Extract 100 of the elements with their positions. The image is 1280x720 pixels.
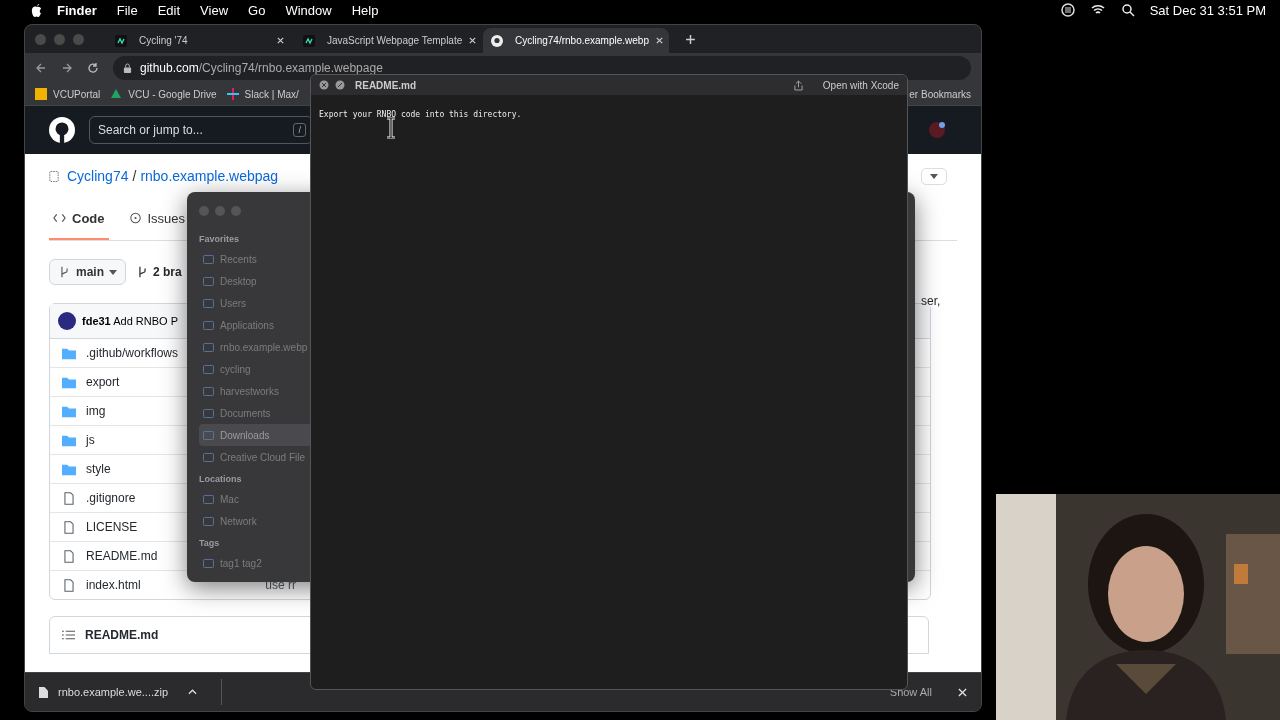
folder-icon (203, 276, 214, 286)
vcu-logo-icon (35, 88, 47, 100)
folder-icon (203, 298, 214, 308)
bookmark[interactable]: Slack | Max/ (226, 88, 299, 100)
fullscreen-icon[interactable] (335, 80, 345, 90)
close-icon[interactable] (654, 36, 664, 45)
repo-tab[interactable]: Issues (124, 198, 190, 240)
folder-icon (203, 430, 214, 440)
file-icon (62, 491, 76, 505)
close-icon[interactable] (276, 36, 285, 45)
shortcut-key: / (293, 123, 306, 137)
file-icon (62, 520, 76, 534)
menu-item[interactable]: File (116, 2, 138, 18)
repo-name-link[interactable]: rnbo.example.webpag (140, 168, 279, 184)
file-name-link[interactable]: LICENSE (86, 520, 138, 534)
file-name-link[interactable]: .github/workflows (86, 346, 179, 360)
sidebar-heading: Locations (199, 474, 243, 484)
new-tab-icon[interactable] (685, 34, 696, 45)
folder-icon (203, 558, 214, 568)
reload-icon[interactable] (87, 62, 99, 74)
code-icon (53, 212, 66, 224)
window-title: README.md (355, 79, 417, 91)
site-icon (115, 34, 127, 47)
file-name-link[interactable]: index.html (86, 578, 141, 592)
folder-icon (203, 364, 214, 374)
sidebar-heading: Tags (199, 538, 221, 548)
commit-message: fde31 Add RNBO P (82, 315, 178, 327)
file-name-link[interactable]: .gitignore (86, 491, 136, 505)
search-icon[interactable] (1119, 2, 1136, 18)
browser-tab[interactable]: JavaScript Webpage Template (295, 28, 481, 53)
repo-owner-link[interactable]: Cycling74 (67, 168, 129, 184)
file-name-link[interactable]: img (86, 404, 106, 418)
file-name-link[interactable]: README.md (86, 549, 158, 563)
github-logo-icon[interactable] (49, 117, 75, 143)
folder-icon (62, 346, 76, 360)
slack-icon (226, 88, 239, 100)
github-icon (491, 34, 503, 47)
drive-icon (110, 88, 123, 100)
forward-icon[interactable] (61, 62, 73, 74)
close-icon[interactable] (319, 80, 329, 90)
apple-icon[interactable] (30, 2, 43, 18)
dropdown-button[interactable] (921, 167, 947, 185)
bookmark[interactable]: VCUPortal (35, 88, 101, 100)
menu-item[interactable]: Go (248, 2, 266, 18)
branch-icon (58, 266, 71, 278)
folder-icon (203, 494, 214, 504)
folder-icon (62, 433, 76, 447)
list-icon (62, 629, 75, 641)
menu-item[interactable]: Edit (157, 2, 181, 18)
branch-button[interactable]: main (49, 259, 126, 285)
branches-link[interactable]: 2 bra (136, 265, 182, 279)
file-icon (62, 549, 76, 563)
chevron-icon (188, 689, 198, 695)
menu-clock: Sat Dec 31 3:51 PM (1149, 2, 1266, 18)
file-name-link[interactable]: js (86, 433, 95, 447)
folder-icon (203, 408, 214, 418)
text-cursor-icon (386, 117, 396, 139)
lock-icon (123, 62, 132, 74)
menu-app-name[interactable]: Finder (57, 2, 97, 18)
branch-icon (136, 266, 149, 278)
share-icon[interactable] (793, 79, 803, 91)
folder-icon (203, 516, 214, 526)
status-icon[interactable] (1059, 2, 1076, 18)
file-content: Export your RNBO code into this directory. (319, 110, 522, 119)
folder-icon (203, 320, 214, 330)
bookmark[interactable]: VCU - Google Drive (110, 88, 217, 100)
description-text: ser, (921, 294, 941, 308)
sidebar-heading: Favorites (199, 234, 241, 244)
folder-icon (203, 342, 214, 352)
back-icon[interactable] (35, 62, 47, 74)
folder-icon (203, 452, 214, 462)
browser-tab[interactable]: Cycling74/rnbo.example.webp (483, 28, 669, 53)
browser-tab[interactable]: Cycling '74 (107, 28, 293, 53)
site-icon (303, 34, 315, 47)
caret-icon (109, 269, 117, 275)
folder-icon (203, 254, 214, 264)
issue-icon (128, 212, 142, 224)
file-icon (62, 578, 76, 592)
file-name-link[interactable]: style (86, 462, 111, 476)
folder-icon (203, 386, 214, 396)
path-separator: / (132, 168, 137, 184)
menu-item[interactable]: View (200, 2, 229, 18)
menu-item[interactable]: Window (285, 2, 332, 18)
commit-message: use rr (265, 578, 296, 592)
close-icon[interactable] (468, 36, 478, 45)
open-with-button[interactable]: Open with Xcode (822, 79, 899, 91)
download-item[interactable]: rnbo.example.we....zip (39, 679, 223, 705)
folder-icon (62, 462, 76, 476)
folder-icon (62, 375, 76, 389)
caret-icon (930, 173, 938, 179)
close-icon[interactable] (958, 687, 967, 697)
file-icon (39, 686, 48, 698)
other-bookmarks[interactable]: er Bookmarks (909, 88, 971, 100)
avatar-icon[interactable] (927, 120, 947, 140)
menu-item[interactable]: Help (351, 2, 379, 18)
repo-icon (49, 169, 59, 183)
readme-title: README.md (85, 628, 159, 642)
folder-icon (62, 404, 76, 418)
file-name-link[interactable]: export (86, 375, 120, 389)
repo-tab[interactable]: Code (49, 198, 109, 240)
